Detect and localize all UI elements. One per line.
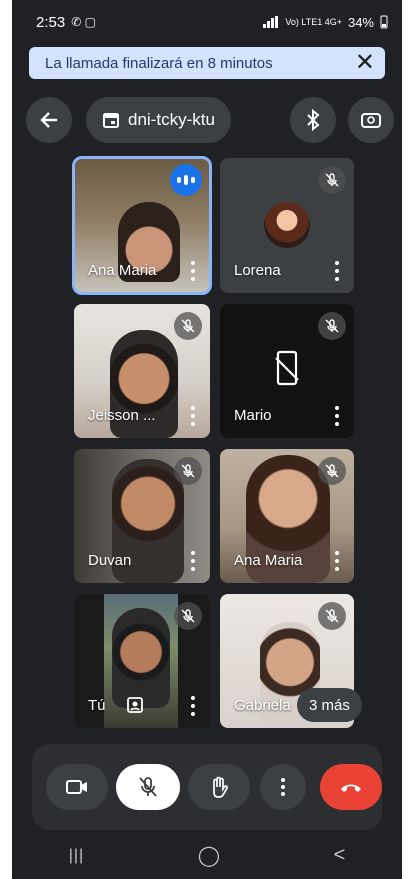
camera-button[interactable] [46,764,108,810]
participant-tile[interactable]: Ana Maria [220,449,354,583]
call-controls [32,744,382,830]
recents-button[interactable]: ||| [69,847,84,865]
more-options-icon[interactable] [190,551,196,571]
more-options-icon[interactable] [190,406,196,426]
mic-off-icon [174,312,202,340]
avatar [264,202,310,248]
participant-name: Mario [234,407,272,424]
participant-tile[interactable]: Ana Maria [72,156,212,295]
mic-off-icon [318,602,346,630]
participant-name: Gabriela [234,697,291,714]
phone-camera-off-icon [275,350,299,386]
mic-off-icon [174,602,202,630]
more-vert-icon [281,778,285,796]
participant-name: Ana Maria [88,262,157,279]
hand-icon [213,776,228,798]
more-participants-chip[interactable]: 3 más [297,688,362,722]
raise-hand-button[interactable] [188,764,250,810]
participant-tile[interactable]: Mario [220,304,354,438]
mic-off-icon [139,777,157,797]
participant-name: Lorena [234,262,281,279]
more-options-icon[interactable] [334,261,340,281]
more-options-icon[interactable] [190,261,196,281]
participant-tile[interactable]: Lorena [220,158,354,293]
more-options-button[interactable] [260,764,306,810]
end-call-button[interactable] [320,764,382,810]
mic-off-icon [318,312,346,340]
mic-off-icon [318,457,346,485]
video-camera-icon [66,780,87,794]
participant-name: Tú [88,697,106,714]
participant-name: Jeisson ... [88,407,156,424]
meet-screen: 2:53 ✆ ▢ Vo) LTE1 4G+ 34% La llamada fin… [12,0,402,879]
participant-tile[interactable]: Duvan [74,449,210,583]
effects-icon[interactable] [126,696,144,714]
system-nav-bar: ||| ◯ < [12,832,402,879]
mic-off-icon [318,166,346,194]
more-options-icon[interactable] [190,696,196,716]
speaking-indicator-icon [170,164,202,196]
end-call-icon [341,784,361,792]
participant-name: Duvan [88,552,132,569]
self-view-tile[interactable]: Tú [74,594,210,728]
mic-toggle-button[interactable] [116,764,180,810]
home-button[interactable]: ◯ [198,843,220,868]
mic-off-icon [174,457,202,485]
participant-tile[interactable]: Jeisson ... [74,304,210,438]
back-nav-button[interactable]: < [334,844,346,867]
participant-name: Ana Maria [234,552,303,569]
more-options-icon[interactable] [334,406,340,426]
more-options-icon[interactable] [334,551,340,571]
